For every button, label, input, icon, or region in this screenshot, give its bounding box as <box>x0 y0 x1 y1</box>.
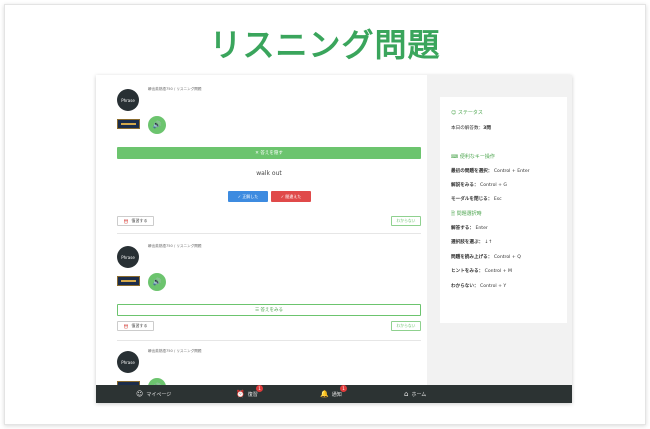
bottom-nav: ☺ マイページ ⏰ 1 復習 🔔 1 通知 ⌂ ホーム <box>96 385 572 403</box>
shortcut-line: 最初の問題を選択： Control + Enter <box>451 169 530 174</box>
answers-today: 本日の解答数：3問 <box>451 126 491 131</box>
avatar: Phrase <box>117 89 139 111</box>
nav-label: 復習 <box>247 391 258 398</box>
card-divider <box>117 233 421 234</box>
select-heading: 🗎 問題選択時 <box>451 211 482 217</box>
alarm-icon: ⏰ <box>123 323 129 329</box>
hide-answer-button[interactable]: ✕ 答えを隠す <box>117 147 421 159</box>
nav-label: マイページ <box>146 391 172 398</box>
answer-text: walk out <box>256 170 282 177</box>
keyboard-icon: ⌨ <box>451 154 460 160</box>
sidebar: ☺ ステータス 本日の解答数：3問 ⌨ 便利なキー操作 最初の問題を選択： Co… <box>440 97 567 323</box>
app-window: Phrase 瞬出英熟語750 / リスニング問題 🔊 ✕ 答えを隠す walk… <box>96 75 572 403</box>
nav-mypage[interactable]: ☺ マイページ <box>136 385 171 403</box>
review-button[interactable]: ⏰ 復習する <box>117 321 154 331</box>
shortcut-line: 問題を読み上げる： Control + Q <box>451 255 521 260</box>
review-label: 復習する <box>131 218 148 223</box>
review-label: 復習する <box>131 323 148 328</box>
speaker-icon[interactable]: 🔊 <box>148 273 166 291</box>
user-icon: ☺ <box>136 390 144 398</box>
user-icon: ☺ <box>451 110 458 116</box>
alarm-clock-icon: ⏰ 1 <box>236 385 263 398</box>
question-card: Phrase 瞬出英熟語750 / リスニング問題 🔊 ☰ 答えをみる ⏰ 復習す… <box>117 242 421 337</box>
question-card: Phrase 瞬出英熟語750 / リスニング問題 🔊 ✕ 答えを隠す walk… <box>117 85 421 230</box>
unknown-button[interactable]: わからない <box>391 321 421 331</box>
nav-review[interactable]: ⏰ 1 復習 <box>236 385 263 403</box>
alarm-icon: ⏰ <box>123 218 129 224</box>
nav-label: 通知 <box>331 391 342 398</box>
unknown-button[interactable]: わからない <box>391 216 421 226</box>
card-divider <box>117 340 421 341</box>
wrong-button[interactable]: ✓ 間違えた <box>271 191 311 202</box>
review-button[interactable]: ⏰ 復習する <box>117 216 154 226</box>
notification-badge: 1 <box>256 385 263 392</box>
bell-icon: 🔔 1 <box>320 385 347 398</box>
shortcut-line: 選択肢を選ぶ： ↓↑ <box>451 240 493 245</box>
book-thumbnail <box>117 119 140 129</box>
question-card: Phrase 瞬出英熟語750 / リスニング問題 🔊 <box>117 347 421 385</box>
card-source: 瞬出英熟語750 / リスニング問題 <box>148 244 202 248</box>
shortcut-line: 解説をみる： Control + G <box>451 183 507 188</box>
card-source: 瞬出英熟語750 / リスニング問題 <box>148 87 202 91</box>
shortcut-line: 解答する： Enter <box>451 226 488 231</box>
speaker-icon[interactable]: 🔊 <box>148 116 166 134</box>
speaker-icon[interactable]: 🔊 <box>148 378 166 385</box>
book-thumbnail <box>117 276 140 286</box>
card-source: 瞬出英熟語750 / リスニング問題 <box>148 349 202 353</box>
nav-label: ホーム <box>411 391 427 398</box>
nav-home[interactable]: ⌂ ホーム <box>404 385 426 403</box>
nav-notify[interactable]: 🔔 1 通知 <box>320 385 347 403</box>
correct-button[interactable]: ✓ 正解した <box>228 191 268 202</box>
avatar: Phrase <box>117 246 139 268</box>
notification-badge: 1 <box>340 385 347 392</box>
status-heading: ☺ ステータス <box>451 110 483 116</box>
page-title: リスニング問題 <box>209 26 441 64</box>
keys-heading: ⌨ 便利なキー操作 <box>451 154 495 160</box>
home-icon: ⌂ <box>404 390 409 398</box>
shortcut-line: わからない： Control + Y <box>451 284 507 289</box>
question-list[interactable]: Phrase 瞬出英熟語750 / リスニング問題 🔊 ✕ 答えを隠す walk… <box>96 75 427 385</box>
shortcut-line: ヒントをみる： Control + M <box>451 269 512 274</box>
avatar: Phrase <box>117 351 139 373</box>
shortcut-line: モーダルを閉じる： Esc <box>451 197 502 202</box>
show-answer-button[interactable]: ☰ 答えをみる <box>117 304 421 316</box>
